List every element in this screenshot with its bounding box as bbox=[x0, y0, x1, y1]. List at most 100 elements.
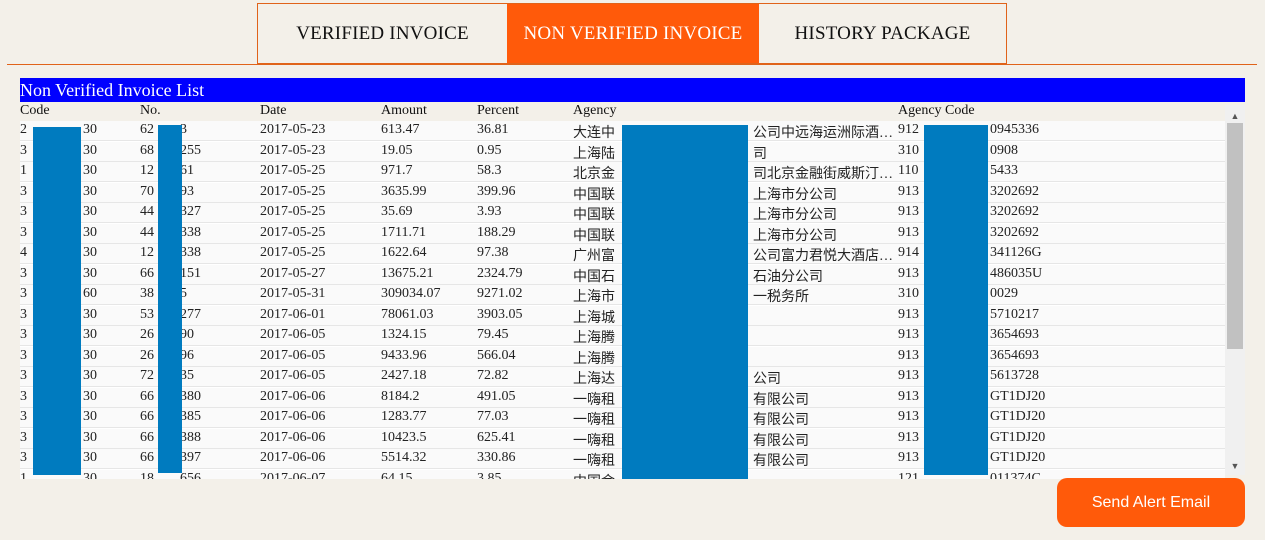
cell-acode1: 913 bbox=[898, 409, 919, 424]
cell-code1: 3 bbox=[20, 450, 27, 465]
cell-agency2: 上海市分公司 bbox=[753, 208, 837, 223]
cell-agency1: 一嗨租 bbox=[573, 392, 615, 408]
cell-acode2: 3202692 bbox=[990, 224, 1039, 240]
cell-code1: 3 bbox=[20, 388, 27, 404]
cell-agency1: 上海腾 bbox=[573, 331, 615, 346]
cell-amount: 1324.15 bbox=[381, 327, 427, 342]
col-header-code[interactable]: Code bbox=[20, 103, 50, 119]
cell-percent: 330.86 bbox=[477, 450, 516, 465]
cell-acode2: 5710217 bbox=[990, 306, 1039, 322]
cell-code2: 30 bbox=[83, 470, 97, 480]
cell-no1: 18 bbox=[140, 470, 154, 480]
cell-agency2: 有限公司 bbox=[753, 454, 809, 469]
cell-code2: 30 bbox=[83, 224, 97, 240]
cell-no1: 12 bbox=[140, 245, 154, 260]
cell-no2: 656 bbox=[180, 470, 201, 480]
cell-no1: 66 bbox=[140, 409, 154, 424]
tab-non-verified-invoice[interactable]: NON VERIFIED INVOICE bbox=[507, 4, 759, 63]
cell-agency1: 中国金 bbox=[573, 471, 621, 480]
cell-code2: 30 bbox=[83, 388, 97, 404]
cell-amount: 9433.96 bbox=[381, 347, 427, 363]
cell-percent: 3.93 bbox=[477, 204, 502, 219]
cell-acode2: 5613728 bbox=[990, 368, 1039, 383]
cell-percent: 566.04 bbox=[477, 347, 516, 363]
scroll-thumb[interactable] bbox=[1227, 123, 1243, 349]
cell-amount: 64.15 bbox=[381, 470, 413, 480]
cell-no2: 327 bbox=[180, 204, 201, 219]
cell-no1: 53 bbox=[140, 306, 154, 322]
cell-date: 2017-05-31 bbox=[260, 286, 326, 301]
cell-no1: 68 bbox=[140, 142, 154, 158]
cell-acode2: 341126G bbox=[990, 245, 1042, 260]
cell-no2: 3 bbox=[180, 122, 187, 137]
cell-date: 2017-06-06 bbox=[260, 429, 326, 445]
cell-agency2: 司北京金融街威斯汀… bbox=[753, 167, 893, 182]
cell-agency1: 上海腾 bbox=[573, 351, 615, 367]
col-header-agency-code[interactable]: Agency Code bbox=[898, 103, 975, 119]
cell-acode1: 913 bbox=[898, 306, 919, 322]
cell-amount: 1283.77 bbox=[381, 409, 427, 424]
cell-agency1: 上海达 bbox=[573, 372, 615, 387]
cell-percent: 58.3 bbox=[477, 163, 502, 178]
cell-no1: 26 bbox=[140, 327, 154, 342]
scroll-down-arrow-icon[interactable]: ▼ bbox=[1225, 458, 1245, 474]
cell-code1: 3 bbox=[20, 409, 27, 424]
cell-date: 2017-05-25 bbox=[260, 183, 326, 199]
cell-agency1: 大连中 bbox=[573, 126, 615, 141]
send-alert-email-button[interactable]: Send Alert Email bbox=[1057, 478, 1245, 527]
cell-acode1: 913 bbox=[898, 450, 919, 465]
cell-no1: 12 bbox=[140, 163, 154, 178]
cell-no1: 66 bbox=[140, 450, 154, 465]
cell-acode1: 310 bbox=[898, 286, 919, 301]
cell-agency2: 公司富力君悦大酒店… bbox=[753, 249, 893, 264]
cell-acode1: 110 bbox=[898, 163, 919, 178]
cell-acode1: 913 bbox=[898, 429, 919, 445]
cell-no2: 338 bbox=[180, 224, 201, 240]
cell-acode2: GT1DJ20 bbox=[990, 409, 1046, 424]
scroll-up-arrow-icon[interactable]: ▲ bbox=[1225, 108, 1245, 124]
cell-code1: 4 bbox=[20, 245, 27, 260]
cell-code2: 30 bbox=[83, 245, 97, 260]
cell-agency1: 中国联 bbox=[573, 228, 615, 244]
table-scrollbar[interactable]: ▲ ▼ bbox=[1225, 105, 1245, 475]
cell-agency1: 上海城 bbox=[573, 310, 615, 326]
invoice-tabs: VERIFIED INVOICE NON VERIFIED INVOICE HI… bbox=[257, 3, 1007, 64]
cell-no1: 66 bbox=[140, 429, 154, 445]
cell-acode1: 121 bbox=[898, 470, 919, 480]
redaction-block-code bbox=[33, 127, 81, 475]
cell-percent: 2324.79 bbox=[477, 265, 523, 281]
cell-date: 2017-05-25 bbox=[260, 245, 326, 260]
col-header-date[interactable]: Date bbox=[260, 103, 286, 119]
col-header-amount[interactable]: Amount bbox=[381, 103, 427, 119]
cell-acode1: 913 bbox=[898, 183, 919, 199]
cell-code2: 30 bbox=[83, 265, 97, 281]
cell-code1: 3 bbox=[20, 142, 27, 158]
cell-date: 2017-06-01 bbox=[260, 306, 326, 322]
col-header-percent[interactable]: Percent bbox=[477, 103, 519, 119]
cell-percent: 77.03 bbox=[477, 409, 509, 424]
cell-acode1: 913 bbox=[898, 204, 919, 219]
cell-date: 2017-06-05 bbox=[260, 347, 326, 363]
cell-code1: 3 bbox=[20, 429, 27, 445]
cell-code1: 3 bbox=[20, 347, 27, 363]
cell-acode2: 3202692 bbox=[990, 183, 1039, 199]
cell-acode2: 486035U bbox=[990, 265, 1043, 281]
cell-agency2: 有限公司 bbox=[753, 392, 809, 408]
cell-agency1: 上海市 bbox=[573, 290, 615, 305]
cell-code1: 3 bbox=[20, 224, 27, 240]
cell-no2: 397 bbox=[180, 450, 201, 465]
col-header-no[interactable]: No. bbox=[140, 103, 161, 119]
cell-code2: 30 bbox=[83, 183, 97, 199]
cell-no2: 255 bbox=[180, 142, 201, 158]
cell-acode2: 0029 bbox=[990, 286, 1018, 301]
cell-acode2: GT1DJ20 bbox=[990, 388, 1046, 404]
cell-agency1: 一嗨租 bbox=[573, 454, 615, 469]
cell-percent: 0.95 bbox=[477, 142, 502, 158]
tab-history-package[interactable]: HISTORY PACKAGE bbox=[759, 4, 1006, 63]
cell-no1: 44 bbox=[140, 204, 154, 219]
cell-acode2: 0945336 bbox=[990, 122, 1039, 137]
tab-verified-invoice[interactable]: VERIFIED INVOICE bbox=[258, 4, 507, 63]
cell-amount: 1711.71 bbox=[381, 224, 426, 240]
cell-acode1: 913 bbox=[898, 327, 919, 342]
col-header-agency[interactable]: Agency bbox=[573, 103, 617, 119]
